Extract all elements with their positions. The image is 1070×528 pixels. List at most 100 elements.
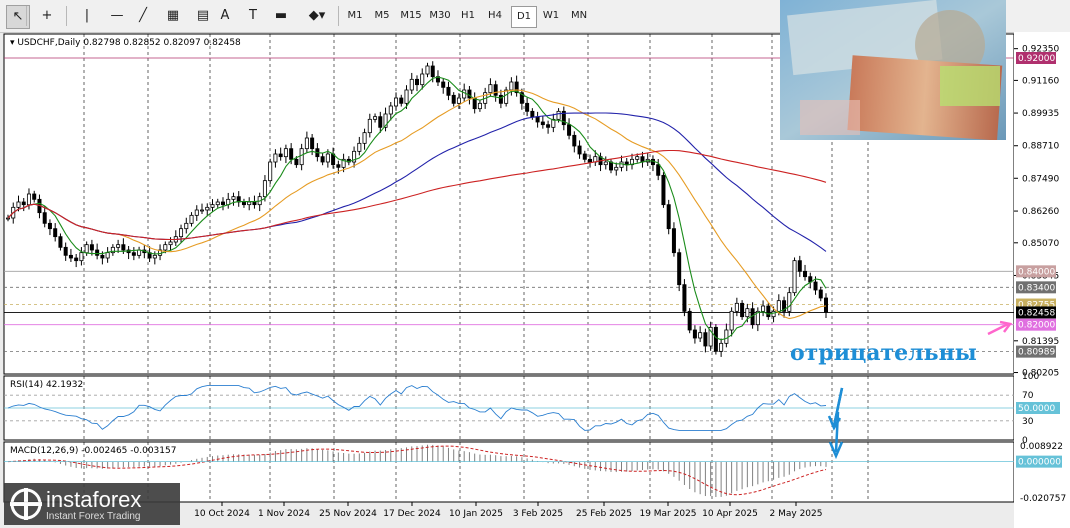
x-tick-label: 3 Feb 2025 bbox=[513, 509, 563, 519]
trendline-icon[interactable]: ╱ bbox=[132, 5, 154, 27]
candle-body bbox=[362, 132, 367, 144]
candle-body bbox=[268, 161, 273, 182]
candle-body bbox=[614, 166, 619, 171]
candle-body bbox=[231, 196, 236, 200]
candle-body bbox=[357, 142, 362, 152]
timeframe-d1[interactable]: D1 bbox=[511, 6, 537, 28]
x-tick-label: 25 Feb 2025 bbox=[576, 509, 632, 519]
candle-body bbox=[63, 246, 68, 256]
candle-body bbox=[509, 81, 514, 91]
candle-body bbox=[388, 105, 393, 115]
candle-body bbox=[367, 118, 372, 134]
candle-body bbox=[220, 201, 225, 206]
candle-body bbox=[430, 65, 435, 78]
candle-body bbox=[168, 241, 173, 246]
candle-body bbox=[540, 121, 545, 126]
candle-body bbox=[179, 228, 184, 238]
candle-body bbox=[21, 201, 26, 206]
timeframe-mn[interactable]: MN bbox=[567, 6, 591, 26]
candle-body bbox=[399, 97, 404, 104]
candle-body bbox=[116, 244, 121, 248]
candle-body bbox=[373, 116, 378, 120]
price-level-label: 0.82458 bbox=[1018, 308, 1055, 318]
candle-body bbox=[89, 244, 94, 251]
candle-body bbox=[394, 97, 399, 107]
candle-body bbox=[525, 102, 530, 112]
candle-body bbox=[26, 193, 31, 206]
shapes-icon[interactable]: ◆▾ bbox=[304, 5, 330, 27]
terminal-window: ↖ + | — ╱ ▦ ▤ A T ▬ ◆▾ M1 M5 M15 M30 H1 H4 D1 W1 MN 0.92350… bbox=[0, 0, 1070, 528]
crosshair-icon[interactable]: + bbox=[36, 5, 58, 27]
candle-body bbox=[582, 153, 587, 160]
rsi-header: RSI(14) 42.1932 bbox=[10, 380, 83, 390]
candle-body bbox=[677, 252, 682, 286]
candle-body bbox=[724, 329, 729, 344]
rectangle-icon[interactable]: ▬ bbox=[270, 5, 292, 27]
price-level-label: 0.80989 bbox=[1018, 348, 1055, 358]
price-level-label: 0.92000 bbox=[1018, 54, 1055, 64]
vertical-line-icon[interactable]: | bbox=[76, 5, 98, 27]
candle-body bbox=[797, 260, 802, 272]
candle-body bbox=[803, 270, 808, 278]
candle-body bbox=[588, 158, 593, 163]
channel-icon[interactable]: ▦ bbox=[162, 5, 184, 27]
logo-subtitle: Instant Forex Trading bbox=[46, 511, 141, 522]
candle-body bbox=[6, 217, 11, 220]
rsi-tick-label: 100 bbox=[1022, 372, 1039, 382]
candle-body bbox=[462, 89, 467, 99]
rsi-tick-label: 70 bbox=[1022, 391, 1034, 401]
timeframe-m30[interactable]: M30 bbox=[426, 6, 454, 26]
timeframe-m15[interactable]: M15 bbox=[397, 6, 425, 26]
toolbar-separator bbox=[338, 6, 339, 26]
timeframe-h1[interactable]: H1 bbox=[456, 6, 480, 26]
text-label-icon[interactable]: T bbox=[242, 5, 264, 27]
candle-body bbox=[546, 124, 551, 128]
candle-body bbox=[121, 244, 126, 251]
timeframe-w1[interactable]: W1 bbox=[539, 6, 563, 26]
candle-body bbox=[771, 310, 776, 318]
candle-body bbox=[84, 244, 89, 254]
y-tick-label: 0.87490 bbox=[1022, 174, 1059, 184]
candle-body bbox=[404, 89, 409, 104]
candle-body bbox=[619, 161, 624, 168]
candle-body bbox=[745, 308, 750, 318]
timeframe-m5[interactable]: M5 bbox=[370, 6, 394, 26]
candle-body bbox=[734, 302, 739, 312]
candle-body bbox=[241, 201, 246, 206]
candle-body bbox=[16, 201, 21, 208]
candle-body bbox=[467, 89, 472, 99]
candle-body bbox=[818, 289, 823, 299]
candle-body bbox=[105, 252, 110, 259]
y-tick-label: 0.81395 bbox=[1022, 337, 1059, 347]
x-tick-label: 2 May 2025 bbox=[770, 509, 823, 519]
candle-body bbox=[336, 164, 341, 168]
candle-body bbox=[289, 148, 294, 160]
instaforex-logo: instaforex Instant Forex Trading bbox=[4, 483, 180, 525]
candle-body bbox=[283, 148, 288, 158]
candle-body bbox=[671, 228, 676, 254]
candle-body bbox=[666, 204, 671, 230]
candle-body bbox=[137, 249, 142, 256]
banknotes-photo bbox=[780, 0, 1006, 140]
timeframe-m1[interactable]: M1 bbox=[343, 6, 367, 26]
candle-body bbox=[535, 116, 540, 123]
candle-body bbox=[205, 206, 210, 211]
candle-body bbox=[441, 81, 446, 88]
macd-tick-label: -0.020757 bbox=[1020, 494, 1066, 504]
candle-body bbox=[698, 332, 703, 339]
fibonacci-icon[interactable]: ▤ bbox=[192, 5, 214, 27]
candle-body bbox=[729, 310, 734, 331]
candle-body bbox=[766, 305, 771, 318]
candle-body bbox=[325, 153, 330, 163]
x-tick-label: 10 Apr 2025 bbox=[702, 509, 758, 519]
candle-body bbox=[456, 97, 461, 104]
horizontal-line-icon[interactable]: — bbox=[106, 5, 128, 27]
candle-body bbox=[210, 204, 215, 208]
text-icon[interactable]: A bbox=[214, 5, 236, 27]
candle-body bbox=[378, 116, 383, 128]
chart-header: ▾ USDCHF,Daily 0.82798 0.82852 0.82097 0… bbox=[10, 38, 241, 48]
candle-body bbox=[556, 110, 561, 120]
banknotes-image bbox=[780, 0, 1006, 140]
timeframe-h4[interactable]: H4 bbox=[483, 6, 507, 26]
candle-body bbox=[74, 257, 79, 262]
